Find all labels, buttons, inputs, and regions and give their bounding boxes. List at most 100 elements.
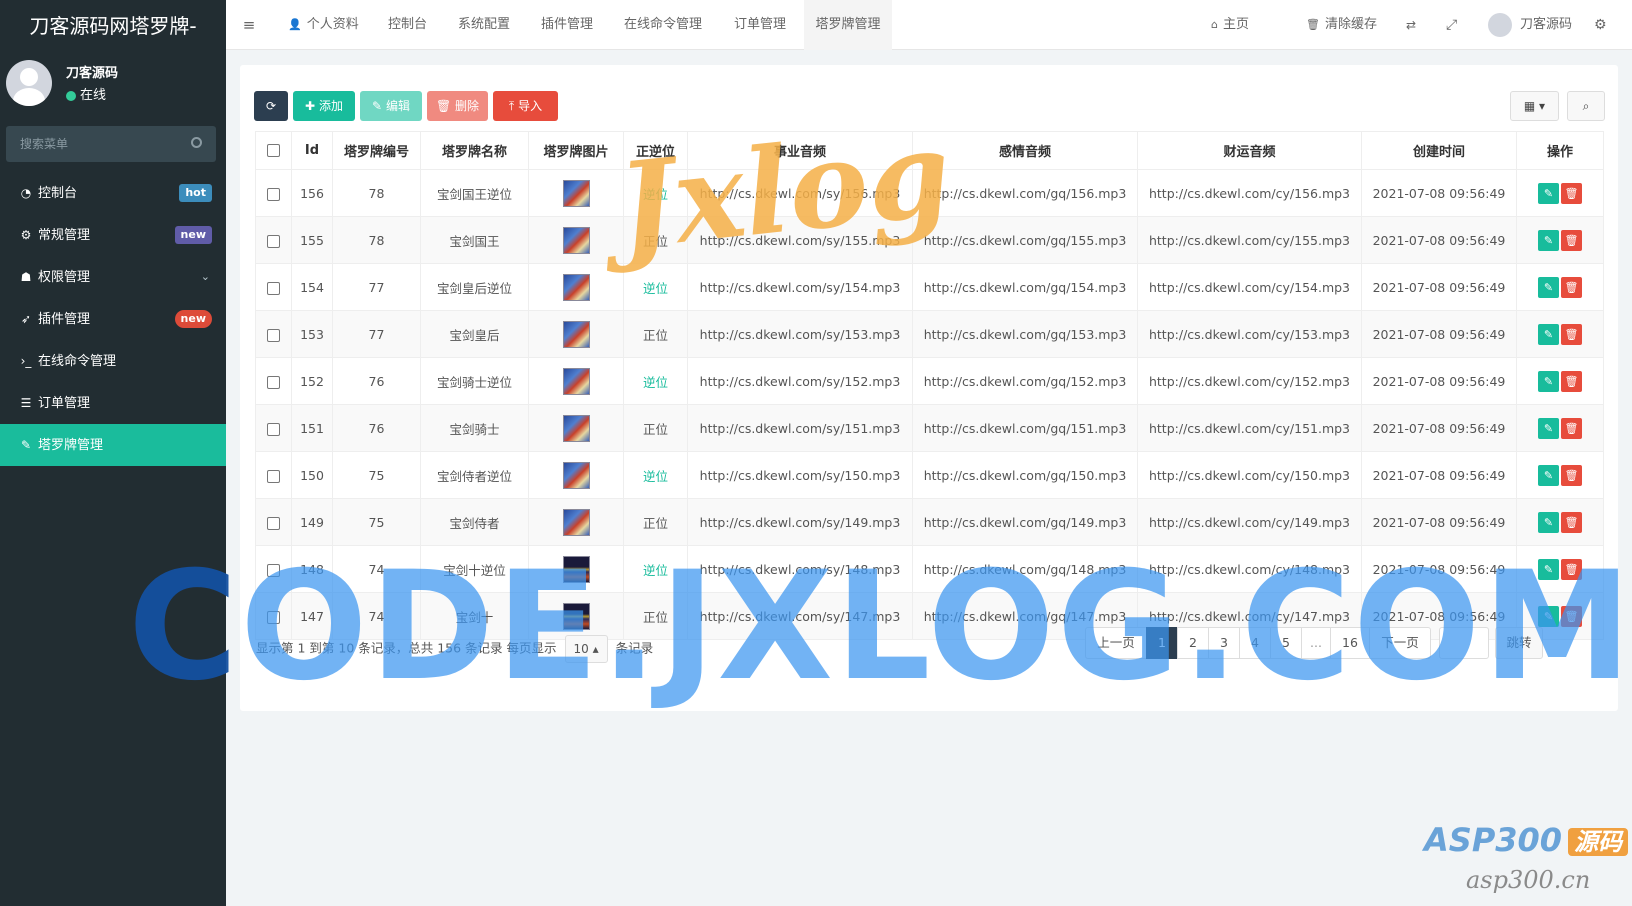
search-icon[interactable] <box>191 137 202 148</box>
page-size-select[interactable]: 10 ▴ <box>564 635 608 663</box>
sidebar-item-order[interactable]: ☰ 订单管理 <box>0 382 226 424</box>
row-select[interactable] <box>255 310 292 358</box>
row-edit-button[interactable]: ✎ <box>1538 417 1559 439</box>
row-delete-button[interactable]: 🗑 <box>1561 511 1582 533</box>
tab-order[interactable]: 订单管理 <box>734 0 786 50</box>
row-edit-button[interactable]: ✎ <box>1538 323 1559 345</box>
row-delete-button[interactable]: 🗑 <box>1561 605 1582 627</box>
cell-position[interactable]: 逆位 <box>623 263 688 311</box>
row-select[interactable] <box>255 451 292 499</box>
col-love-audio[interactable]: 感情音频 <box>912 131 1138 170</box>
columns-toggle-button[interactable]: ▦ ▾ <box>1510 91 1559 121</box>
tab-dashboard[interactable]: 控制台 <box>388 0 427 50</box>
checkbox[interactable] <box>267 281 280 295</box>
settings-gear-icon[interactable]: ⚙ <box>1594 0 1607 50</box>
row-edit-button[interactable]: ✎ <box>1538 276 1559 298</box>
table-search-button[interactable]: ⌕ <box>1567 91 1605 121</box>
row-delete-button[interactable]: 🗑 <box>1561 229 1582 251</box>
refresh-button[interactable]: ⟳ <box>254 91 288 121</box>
row-edit-button[interactable]: ✎ <box>1538 182 1559 204</box>
row-edit-button[interactable]: ✎ <box>1538 605 1559 627</box>
cell-position[interactable]: 正位 <box>623 498 688 546</box>
tab-config[interactable]: 系统配置 <box>458 0 510 50</box>
page-16[interactable]: 16 <box>1330 627 1370 659</box>
page-2[interactable]: 2 <box>1177 627 1209 659</box>
page-1[interactable]: 1 <box>1146 627 1178 659</box>
clear-cache-button[interactable]: 🗑 清除缓存 <box>1306 0 1377 50</box>
tarot-card-thumbnail[interactable] <box>562 508 590 536</box>
jump-button[interactable]: 跳转 <box>1495 627 1543 659</box>
tarot-card-thumbnail[interactable] <box>562 461 590 489</box>
sidebar-item-auth[interactable]: ☗ 权限管理 ⌄ <box>0 256 226 298</box>
page-4[interactable]: 4 <box>1239 627 1271 659</box>
tarot-card-thumbnail[interactable] <box>562 602 590 630</box>
sidebar-item-addon[interactable]: ➶ 插件管理 new <box>0 298 226 340</box>
delete-button[interactable]: 🗑 删除 <box>427 91 488 121</box>
tab-command[interactable]: 在线命令管理 <box>624 0 702 50</box>
sidebar-item-tarot[interactable]: ✎ 塔罗牌管理 <box>0 424 226 466</box>
row-delete-button[interactable]: 🗑 <box>1561 464 1582 486</box>
checkbox[interactable] <box>267 610 280 624</box>
row-edit-button[interactable]: ✎ <box>1538 464 1559 486</box>
edit-button[interactable]: ✎ 编辑 <box>360 91 422 121</box>
row-select[interactable] <box>255 545 292 593</box>
tarot-card-thumbnail[interactable] <box>562 367 590 395</box>
next-page-button[interactable]: 下一页 <box>1369 627 1431 659</box>
row-delete-button[interactable]: 🗑 <box>1561 370 1582 392</box>
row-select[interactable] <box>255 216 292 264</box>
menu-toggle-icon[interactable]: ≡ <box>234 0 264 50</box>
row-select[interactable] <box>255 263 292 311</box>
select-all[interactable] <box>255 131 292 170</box>
checkbox[interactable] <box>267 422 280 436</box>
col-image[interactable]: 塔罗牌图片 <box>528 131 624 170</box>
row-select[interactable] <box>255 169 292 217</box>
col-id[interactable]: Id <box>291 131 333 170</box>
sidebar-item-command[interactable]: ›_ 在线命令管理 <box>0 340 226 382</box>
checkbox[interactable] <box>267 516 280 530</box>
cell-position[interactable]: 正位 <box>623 216 688 264</box>
cell-position[interactable]: 逆位 <box>623 451 688 499</box>
tarot-card-thumbnail[interactable] <box>562 226 590 254</box>
app-logo[interactable]: 刀客源码网塔罗牌- <box>0 0 226 52</box>
cell-position[interactable]: 正位 <box>623 310 688 358</box>
checkbox[interactable] <box>267 144 280 157</box>
tab-addon[interactable]: 插件管理 <box>541 0 593 50</box>
cell-position[interactable]: 正位 <box>623 404 688 452</box>
row-select[interactable] <box>255 404 292 452</box>
cell-position[interactable]: 逆位 <box>623 357 688 405</box>
col-wealth-audio[interactable]: 财运音频 <box>1137 131 1362 170</box>
col-number[interactable]: 塔罗牌编号 <box>332 131 421 170</box>
col-position[interactable]: 正逆位 <box>623 131 688 170</box>
col-name[interactable]: 塔罗牌名称 <box>420 131 529 170</box>
user-menu[interactable]: 刀客源码 <box>1488 0 1572 50</box>
tarot-card-thumbnail[interactable] <box>562 320 590 348</box>
row-delete-button[interactable]: 🗑 <box>1561 276 1582 298</box>
page-3[interactable]: 3 <box>1208 627 1240 659</box>
col-career-audio[interactable]: 事业音频 <box>687 131 913 170</box>
row-delete-button[interactable]: 🗑 <box>1561 417 1582 439</box>
fullscreen-icon[interactable]: ⤢ <box>1446 0 1457 50</box>
page-5[interactable]: 5 <box>1270 627 1302 659</box>
row-edit-button[interactable]: ✎ <box>1538 370 1559 392</box>
row-edit-button[interactable]: ✎ <box>1538 511 1559 533</box>
import-button[interactable]: ⤒ 导入 <box>493 91 558 121</box>
checkbox[interactable] <box>267 563 280 577</box>
cell-position[interactable]: 正位 <box>623 592 688 640</box>
checkbox[interactable] <box>267 328 280 342</box>
sidebar-item-general[interactable]: ⚙ 常规管理 new <box>0 214 226 256</box>
row-edit-button[interactable]: ✎ <box>1538 229 1559 251</box>
checkbox[interactable] <box>267 234 280 248</box>
tarot-card-thumbnail[interactable] <box>562 414 590 442</box>
tab-profile[interactable]: 👤 个人资料 <box>288 0 359 50</box>
home-link[interactable]: ⌂ 主页 <box>1211 0 1249 50</box>
row-edit-button[interactable]: ✎ <box>1538 558 1559 580</box>
tarot-card-thumbnail[interactable] <box>562 179 590 207</box>
menu-search-input[interactable] <box>6 126 216 162</box>
checkbox[interactable] <box>267 375 280 389</box>
tab-tarot[interactable]: 塔罗牌管理 <box>804 0 892 50</box>
row-delete-button[interactable]: 🗑 <box>1561 558 1582 580</box>
translate-icon[interactable]: ⇄ <box>1406 0 1416 50</box>
col-created-time[interactable]: 创建时间 <box>1361 131 1517 170</box>
tarot-card-thumbnail[interactable] <box>562 273 590 301</box>
row-delete-button[interactable]: 🗑 <box>1561 182 1582 204</box>
